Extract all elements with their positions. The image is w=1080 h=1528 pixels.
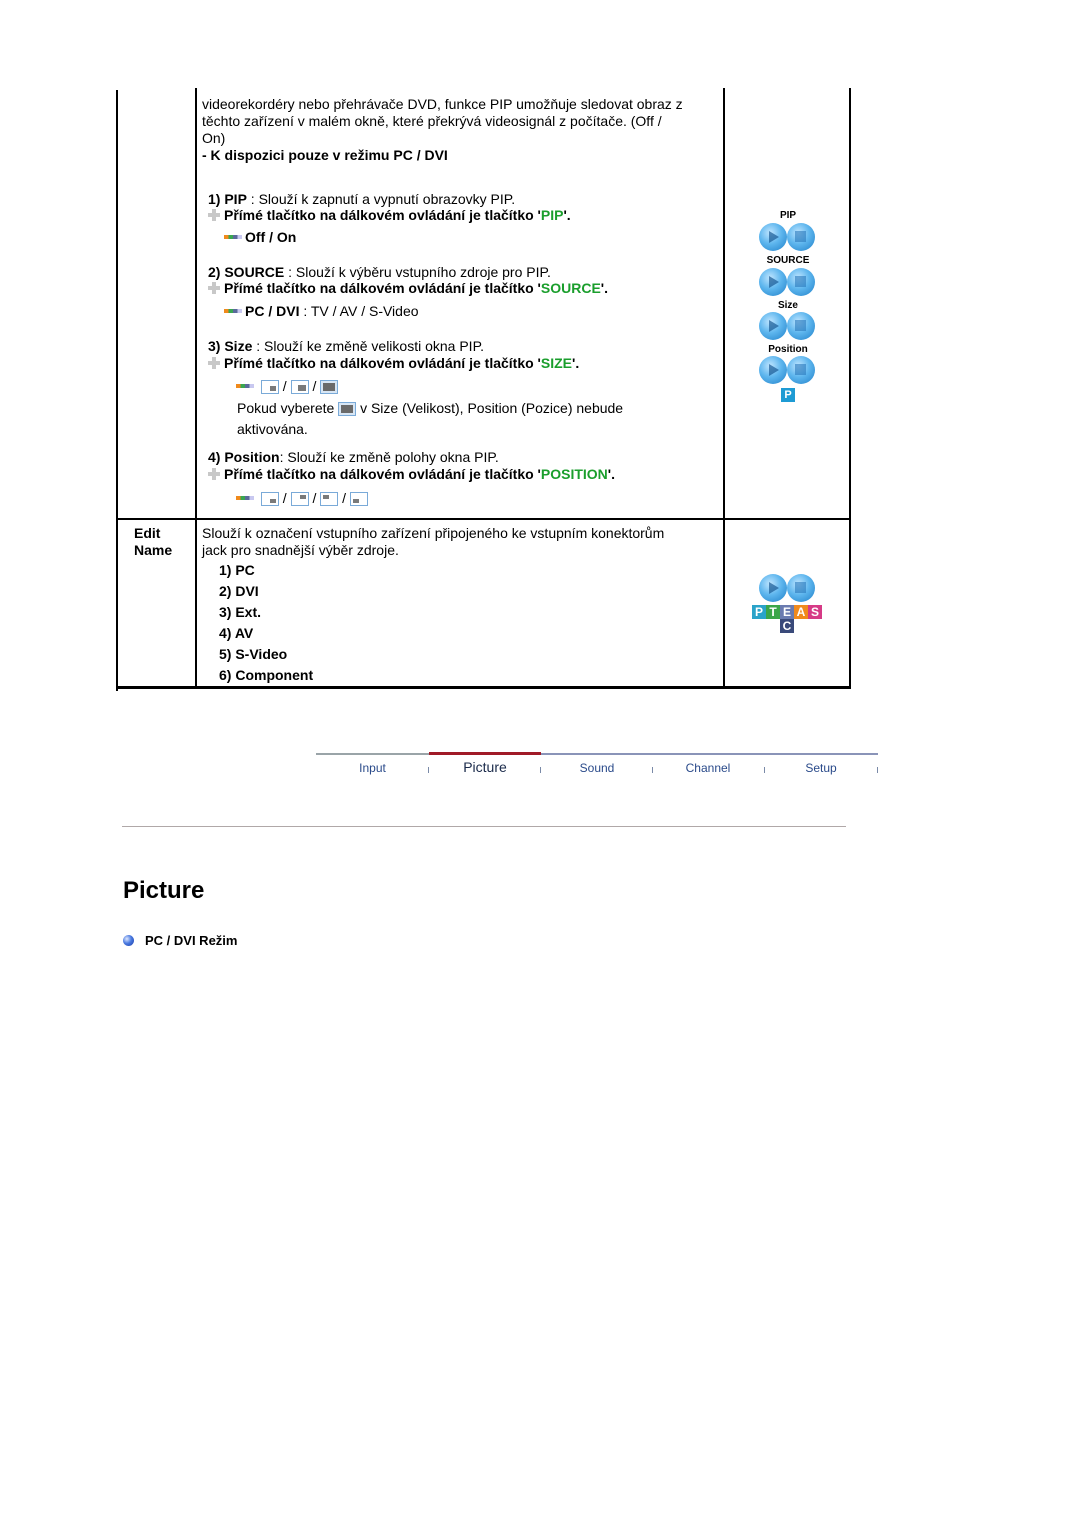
item-position-options: / / / [236, 490, 368, 507]
play-button-icon [759, 223, 787, 251]
play-button-icon [759, 356, 787, 384]
subsection-link[interactable]: PC / DVI Režim [123, 932, 237, 949]
play-button-icon [759, 574, 787, 602]
item-pip-remote: Přímé tlačítko na dálkovém ovládání je t… [208, 207, 571, 224]
nav-tab-picture[interactable]: Picture [429, 759, 541, 775]
nav-active-line [429, 752, 541, 755]
p-button-icon: P [781, 388, 795, 402]
row-divider [116, 518, 851, 520]
item-source-title: 2) SOURCE : Slouží k výběru vstupního zd… [208, 264, 551, 280]
plus-icon [208, 282, 220, 294]
play-button-icon [759, 268, 787, 296]
section-nav: Input Picture Sound Channel Setup [316, 752, 878, 783]
option-bar-icon [236, 384, 254, 388]
size-double-icon [320, 380, 339, 394]
settings-table: videorekordéry nebo přehrávače DVD, funk… [116, 88, 851, 691]
nav-tab-sound[interactable]: Sound [541, 761, 653, 775]
intro-line: On) [202, 130, 226, 146]
table-divider-1 [195, 88, 197, 689]
plus-icon [208, 209, 220, 221]
page-title: Picture [123, 877, 205, 904]
list-item: 5) S-Video [219, 646, 288, 662]
item-source-remote: Přímé tlačítko na dálkovém ovládání je t… [208, 280, 608, 297]
availability-note: - K dispozici pouze v režimu PC / DVI [202, 147, 448, 163]
item-position-remote: Přímé tlačítko na dálkovém ovládání je t… [208, 466, 615, 483]
position-top-left-icon [320, 492, 339, 506]
bullet-icon [123, 935, 134, 946]
table-border-right [849, 88, 851, 689]
list-item: 1) PC [219, 562, 255, 578]
list-item: 3) Ext. [219, 604, 262, 620]
nav-tab-setup[interactable]: Setup [765, 761, 877, 775]
intro-line: těchto zařízení v malém okně, které přek… [202, 113, 662, 129]
stop-button-icon [787, 223, 815, 251]
tile-a-icon: A [794, 605, 808, 619]
edit-name-label: Edit Name [134, 525, 173, 558]
list-item: 2) DVI [219, 583, 259, 599]
size-double-icon [338, 402, 357, 416]
remote-button-name: SOURCE [540, 280, 601, 296]
tile-p-icon: P [752, 605, 766, 619]
stop-button-icon [787, 268, 815, 296]
nav-line [541, 753, 878, 755]
item-size-title: 3) Size : Slouží ke změně velikosti okna… [208, 338, 484, 354]
item-size-remote: Přímé tlačítko na dálkovém ovládání je t… [208, 355, 579, 372]
remote-buttons-source [759, 268, 817, 296]
option-bar-icon [236, 496, 254, 500]
nav-tab-input[interactable]: Input [316, 761, 429, 775]
item-source-options: PC / DVI : TV / AV / S-Video [224, 303, 419, 320]
item-pip-title: 1) PIP : Slouží k zapnutí a vypnutí obra… [208, 191, 516, 207]
remote-label-size: Size [777, 300, 798, 311]
size-small-icon [260, 380, 279, 394]
remote-buttons-edit-name [759, 574, 817, 602]
remote-buttons-position [759, 356, 817, 384]
table-divider-2 [723, 88, 725, 689]
plus-icon [208, 357, 220, 369]
play-button-icon [759, 312, 787, 340]
option-bar-icon [224, 309, 242, 313]
nav-separator [877, 767, 878, 773]
pip-description: videorekordéry nebo přehrávače DVD, funk… [202, 96, 683, 164]
position-bottom-left-icon [349, 492, 368, 506]
section-divider [122, 826, 846, 827]
item-size-note-line2: aktivována. [237, 421, 308, 437]
nav-tab-channel[interactable]: Channel [653, 761, 763, 775]
remote-button-name: SIZE [540, 355, 573, 371]
edit-name-description: Slouží k označení vstupního zařízení při… [202, 525, 665, 558]
list-item: 4) AV [219, 625, 254, 641]
table-border-left [116, 90, 118, 691]
stop-button-icon [787, 356, 815, 384]
source-letter-tiles: PTEASC [752, 605, 824, 637]
nav-line [316, 753, 429, 755]
edit-name-options: 1) PC 2) DVI 3) Ext. 4) AV 5) S-Video 6)… [219, 560, 313, 686]
item-position-title: 4) Position: Slouží ke změně polohy okna… [208, 449, 499, 465]
list-item: 6) Component [219, 667, 314, 683]
remote-button-name: POSITION [540, 466, 608, 482]
remote-buttons-size [759, 312, 817, 340]
remote-label-position: Position [768, 344, 808, 355]
intro-line: videorekordéry nebo přehrávače DVD, funk… [202, 96, 683, 112]
remote-buttons-pip [759, 223, 817, 251]
item-size-note: Pokud vyberete v Size (Velikost), Positi… [237, 400, 624, 416]
tile-e-icon: E [780, 605, 794, 619]
remote-button-name: PIP [540, 207, 564, 223]
stop-button-icon [787, 574, 815, 602]
position-top-right-icon [290, 492, 309, 506]
size-large-icon [290, 380, 309, 394]
tile-t-icon: T [766, 605, 780, 619]
plus-icon [208, 468, 220, 480]
stop-button-icon [787, 312, 815, 340]
table-border-bottom [116, 686, 851, 689]
remote-label-pip: PIP [779, 210, 797, 221]
item-size-options: / / [236, 378, 339, 395]
tile-s-icon: S [808, 605, 822, 619]
remote-label-source: SOURCE [766, 255, 810, 266]
position-bottom-right-icon [260, 492, 279, 506]
tile-c-icon: C [780, 619, 794, 633]
item-pip-options: Off / On [224, 229, 296, 246]
option-bar-icon [224, 235, 242, 239]
